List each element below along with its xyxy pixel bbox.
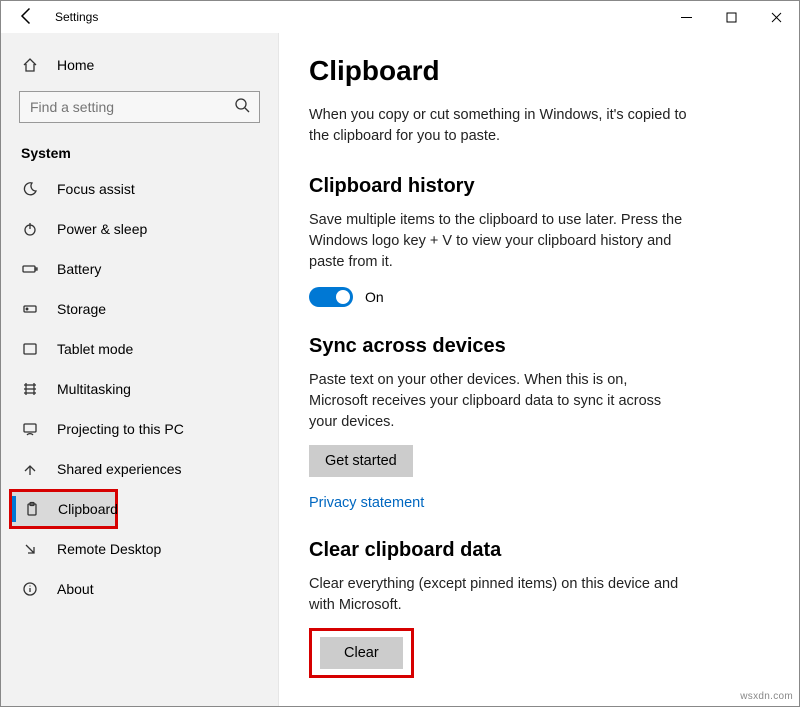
privacy-link[interactable]: Privacy statement (309, 495, 424, 511)
page-intro: When you copy or cut something in Window… (309, 105, 689, 147)
sidebar-item-storage[interactable]: Storage (1, 289, 278, 329)
search-icon (234, 97, 252, 115)
get-started-button[interactable]: Get started (309, 445, 413, 477)
page-title: Clipboard (309, 55, 769, 87)
home-label: Home (57, 57, 94, 73)
titlebar: Settings (1, 1, 799, 33)
power-icon (21, 221, 39, 237)
back-button[interactable] (17, 6, 37, 29)
history-toggle-state: On (365, 289, 384, 305)
sidebar-item-multitasking[interactable]: Multitasking (1, 369, 278, 409)
sidebar-item-label: Clipboard (58, 501, 118, 517)
search-wrap (19, 91, 260, 123)
project-icon (21, 421, 39, 437)
sidebar-item-label: About (57, 581, 94, 597)
close-button[interactable] (754, 1, 799, 33)
battery-icon (21, 261, 39, 277)
highlight-clear: Clear (309, 628, 414, 678)
sidebar: Home System Focus assist Power & sleep B… (1, 33, 279, 706)
sidebar-item-battery[interactable]: Battery (1, 249, 278, 289)
sidebar-item-label: Remote Desktop (57, 541, 161, 557)
sidebar-item-label: Power & sleep (57, 221, 147, 237)
selection-accent (12, 496, 16, 522)
minimize-button[interactable] (664, 1, 709, 33)
sidebar-item-clipboard[interactable]: Clipboard (12, 492, 115, 526)
sidebar-item-tablet-mode[interactable]: Tablet mode (1, 329, 278, 369)
history-body: Save multiple items to the clipboard to … (309, 210, 689, 273)
sidebar-item-label: Battery (57, 261, 101, 277)
sync-body: Paste text on your other devices. When t… (309, 370, 689, 433)
section-heading: System (1, 137, 278, 169)
multitask-icon (21, 381, 39, 397)
storage-icon (21, 301, 39, 317)
highlight-clipboard: Clipboard (9, 489, 118, 529)
sidebar-item-label: Focus assist (57, 181, 135, 197)
remote-icon (21, 541, 39, 557)
sidebar-item-about[interactable]: About (1, 569, 278, 609)
share-icon (21, 461, 39, 477)
home-button[interactable]: Home (1, 45, 278, 85)
maximize-button[interactable] (709, 1, 754, 33)
sidebar-item-label: Tablet mode (57, 341, 133, 357)
clear-button[interactable]: Clear (320, 637, 403, 669)
info-icon (21, 581, 39, 597)
history-toggle[interactable] (309, 287, 353, 307)
home-icon (21, 57, 39, 73)
window-title: Settings (55, 10, 98, 24)
sidebar-item-focus-assist[interactable]: Focus assist (1, 169, 278, 209)
clear-heading: Clear clipboard data (309, 539, 769, 562)
sidebar-item-power-sleep[interactable]: Power & sleep (1, 209, 278, 249)
sync-heading: Sync across devices (309, 335, 769, 358)
sidebar-item-remote-desktop[interactable]: Remote Desktop (1, 529, 278, 569)
search-input[interactable] (19, 91, 260, 123)
sidebar-item-label: Shared experiences (57, 461, 182, 477)
history-heading: Clipboard history (309, 175, 769, 198)
tablet-icon (21, 341, 39, 357)
sidebar-item-label: Storage (57, 301, 106, 317)
sidebar-item-label: Multitasking (57, 381, 131, 397)
moon-icon (21, 181, 39, 197)
clear-body: Clear everything (except pinned items) o… (309, 574, 689, 616)
clipboard-icon (24, 501, 40, 517)
sidebar-item-shared-experiences[interactable]: Shared experiences (1, 449, 278, 489)
content: Clipboard When you copy or cut something… (279, 33, 799, 706)
sidebar-item-projecting[interactable]: Projecting to this PC (1, 409, 278, 449)
watermark: wsxdn.com (740, 691, 793, 702)
sidebar-item-label: Projecting to this PC (57, 421, 184, 437)
